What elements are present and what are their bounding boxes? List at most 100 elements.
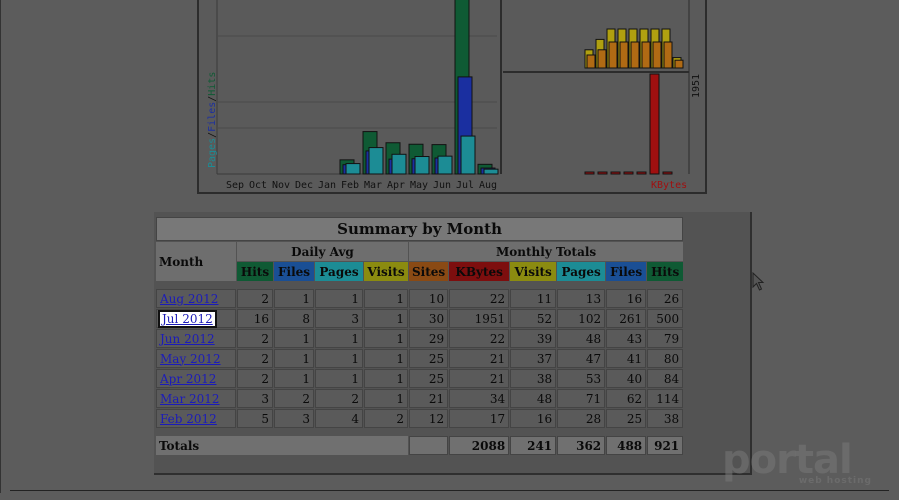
- month-cell: May 2012: [156, 349, 236, 368]
- visits-sites-bars: [584, 28, 684, 69]
- daily-value-cell: 1: [364, 329, 408, 348]
- monthly-value-cell: 79: [647, 329, 684, 348]
- monthly-value-cell: 84: [647, 369, 684, 388]
- month-cell: Aug 2012: [156, 289, 236, 308]
- monthly-value-cell: 17: [449, 409, 510, 428]
- monthly-value-cell: 48: [510, 389, 557, 408]
- monthly-value-cell: 52: [510, 309, 557, 328]
- month-link[interactable]: Mar 2012: [160, 392, 220, 406]
- total-sites: [409, 436, 449, 455]
- monthly-value-cell: 22: [449, 289, 510, 308]
- month-row: Aug 2012 2 1 1 1 10 22 11 13 16 26: [156, 289, 684, 308]
- summary-by-month-panel: Summary by Month Month Daily Avg Monthly…: [154, 212, 752, 475]
- monthly-hits-header: Hits: [647, 262, 684, 281]
- month-axis-labels: Sep Oct Nov Dec Jan Feb Mar Apr May Jun Jul Aug: [226, 180, 497, 191]
- totals-label: Totals: [156, 436, 408, 455]
- monthly-value-cell: 102: [557, 309, 606, 328]
- month-link[interactable]: Jul 2012: [158, 309, 217, 328]
- monthly-value-cell: 10: [409, 289, 449, 308]
- month-cell: Jul 2012: [156, 309, 236, 328]
- monthly-value-cell: 13: [557, 289, 606, 308]
- daily-value-cell: 2: [315, 389, 363, 408]
- monthly-value-cell: 500: [647, 309, 684, 328]
- month-tick-label: Dec: [295, 180, 313, 191]
- month-cell: Jun 2012: [156, 329, 236, 348]
- monthly-value-cell: 48: [557, 329, 606, 348]
- month-tick-label: Jan: [318, 180, 336, 191]
- usage-chart-svg: Sep Oct Nov Dec Jan Feb Mar Apr May Jun Jul Aug Pag…: [207, 0, 702, 191]
- monthly-value-cell: 30: [409, 309, 449, 328]
- daily-value-cell: 1: [364, 369, 408, 388]
- monthly-value-cell: 29: [409, 329, 449, 348]
- monthly-value-cell: 25: [409, 369, 449, 388]
- portal-watermark-logo: portal web hosting: [722, 440, 872, 490]
- month-tick-label: Jul: [456, 180, 474, 191]
- month-cell: Feb 2012: [156, 409, 236, 428]
- pages-bar: [345, 163, 361, 175]
- monthly-value-cell: 11: [510, 289, 557, 308]
- kbytes-bar: [649, 73, 660, 175]
- total-hits: 921: [647, 436, 684, 455]
- watermark-brand: portal: [722, 437, 853, 483]
- month-tick-label: Apr: [387, 180, 405, 191]
- total-kbytes: 2088: [449, 436, 510, 455]
- pages-bar: [391, 153, 407, 175]
- daily-value-cell: 2: [237, 349, 273, 368]
- month-link[interactable]: Aug 2012: [160, 292, 218, 306]
- kbytes-max-value: 1951: [691, 74, 702, 98]
- monthly-value-cell: 26: [647, 289, 684, 308]
- daily-hits-header: Hits: [237, 262, 273, 281]
- daily-avg-header: Daily Avg: [237, 242, 408, 261]
- month-rows: Aug 2012 2 1 1 1 10 22 11 13 16 26 Jul 2012 16 8 3 1 30 1…: [156, 289, 684, 428]
- daily-value-cell: 3: [274, 409, 314, 428]
- month-tick-label: Sep: [226, 180, 244, 191]
- monthly-value-cell: 261: [606, 309, 647, 328]
- daily-value-cell: 1: [315, 349, 363, 368]
- monthly-value-cell: 21: [449, 369, 510, 388]
- daily-value-cell: 1: [274, 329, 314, 348]
- daily-visits-header: Visits: [364, 262, 408, 281]
- monthly-pages-header: Pages: [557, 262, 606, 281]
- monthly-kbytes-header: KBytes: [449, 262, 510, 281]
- bottom-divider: [10, 490, 889, 491]
- month-row: Jul 2012 16 8 3 1 30 1951 52 102 261 500: [156, 309, 684, 328]
- month-link[interactable]: Apr 2012: [160, 372, 216, 386]
- daily-value-cell: 1: [274, 289, 314, 308]
- daily-sites-bar: [586, 54, 596, 69]
- monthly-value-cell: 43: [606, 329, 647, 348]
- pages-bar: [368, 147, 384, 175]
- totals-row: Totals 2088 241 362 488 921: [156, 436, 684, 455]
- monthly-sites-header: Sites: [409, 262, 449, 281]
- kbytes-bar: [610, 171, 621, 175]
- monthly-value-cell: 38: [647, 409, 684, 428]
- month-link[interactable]: Jun 2012: [160, 332, 215, 346]
- monthly-value-cell: 16: [606, 289, 647, 308]
- monthly-value-cell: 53: [557, 369, 606, 388]
- month-link[interactable]: May 2012: [160, 352, 221, 366]
- daily-value-cell: 1: [364, 289, 408, 308]
- month-link[interactable]: Feb 2012: [160, 412, 217, 426]
- month-tick-label: Nov: [272, 180, 290, 191]
- daily-value-cell: 8: [274, 309, 314, 328]
- daily-value-cell: 3: [315, 309, 363, 328]
- monthly-value-cell: 25: [606, 409, 647, 428]
- monthly-value-cell: 40: [606, 369, 647, 388]
- month-cell: Mar 2012: [156, 389, 236, 408]
- monthly-value-cell: 12: [409, 409, 449, 428]
- monthly-value-cell: 37: [510, 349, 557, 368]
- daily-pages-header: Pages: [315, 262, 363, 281]
- daily-value-cell: 3: [237, 389, 273, 408]
- daily-value-cell: 1: [364, 389, 408, 408]
- daily-value-cell: 1: [315, 329, 363, 348]
- monthly-value-cell: 80: [647, 349, 684, 368]
- kbytes-bar: [636, 171, 647, 175]
- monthly-value-cell: 39: [510, 329, 557, 348]
- month-row: Mar 2012 3 2 2 1 21 34 48 71 62 114: [156, 389, 684, 408]
- kbytes-bar: [623, 171, 634, 175]
- month-row: May 2012 2 1 1 1 25 21 37 47 41 80: [156, 349, 684, 368]
- monthly-visits-header: Visits: [510, 262, 557, 281]
- left-axis-label: Pages/Files/Hits: [207, 72, 218, 168]
- daily-value-cell: 2: [364, 409, 408, 428]
- monthly-value-cell: 71: [557, 389, 606, 408]
- summary-title: Summary by Month: [156, 217, 684, 241]
